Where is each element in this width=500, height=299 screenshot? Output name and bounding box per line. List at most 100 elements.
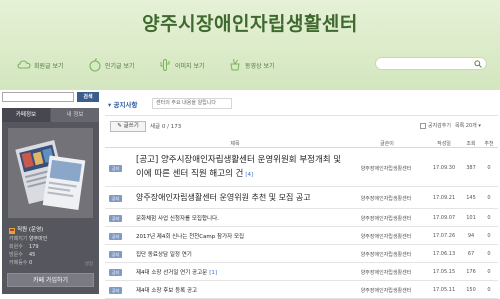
table-row[interactable]: 공지 집단 동료상담 일정 연기 양주장애인자립생활센터 17.06.13 67 0 <box>105 245 498 263</box>
nav-popular-posts[interactable]: 인기글 보기 <box>88 57 135 73</box>
hide-notices-toggle[interactable]: 공지감추기 <box>420 122 451 129</box>
table-row[interactable]: 공지 문화체험 사업 신청자를 모집합니다. 양주장애인자립생활센터 17.09.07… <box>105 209 498 227</box>
stat-value: 179 <box>29 244 39 250</box>
post-title-text: 제4대 소장 선거일 연기 공고문 <box>136 270 208 276</box>
cloud-icon <box>17 60 31 69</box>
post-title-link[interactable]: 제4대 소장 후보 등록 공고 <box>136 286 197 294</box>
stat-row-rank: 카페등수 0 <box>9 259 95 267</box>
notice-badge: 공지 <box>109 268 122 276</box>
table-header: 제목 글쓴이 작성일 조회 추천 <box>105 138 498 148</box>
post-likes: 0 <box>487 251 491 257</box>
stat-label: 카페지기 <box>9 236 28 242</box>
pot-icon <box>230 58 240 71</box>
nav-label-popular-posts: 인기글 보기 <box>105 62 135 70</box>
tab-cafe-info[interactable]: 카페정보 <box>2 108 50 122</box>
notice-badge: 공지 <box>109 164 122 172</box>
post-list: 공지 [공고] 양주시장애인자립생활센터 운영위원회 부정개최 및 이에 따른 센… <box>105 149 498 299</box>
stat-label: 방문수 <box>9 252 23 258</box>
post-date: 17.07.26 <box>432 233 456 239</box>
post-likes: 0 <box>487 195 491 201</box>
member-grade-label: 직원 (운영) <box>17 227 44 233</box>
post-author[interactable]: 양주장애인자립생활센터 <box>355 165 417 172</box>
post-title-text: 문화체험 사업 신청자를 모집합니다. <box>136 216 219 222</box>
write-post-label: 글쓰기 <box>123 123 139 129</box>
stat-label: 카페등수 <box>9 260 28 266</box>
post-likes: 0 <box>487 215 491 221</box>
header-title: 제목 <box>230 141 240 147</box>
post-date: 17.05.11 <box>432 287 456 293</box>
per-page-label: 목록 20개 <box>455 123 477 129</box>
post-title-text: 집단 동료상담 일정 연기 <box>136 252 192 258</box>
cafe-banner: 양주시장애인자립생활센터 회원글 보기 인기글 보기 이미지 보기 동영상 보기 <box>0 0 500 90</box>
post-likes: 0 <box>487 165 491 171</box>
cafe-info-panel: 카페정보 내 정보 직원 (운영) 카페지기 양주마인 회원수 179 방문수 … <box>2 108 99 294</box>
cactus-icon <box>160 59 170 71</box>
nav-images[interactable]: 이미지 보기 <box>158 57 205 73</box>
post-author[interactable]: 양주장애인자립생활센터 <box>355 251 417 258</box>
post-title-link[interactable]: 집단 동료상담 일정 연기 <box>136 250 192 258</box>
cafe-photo <box>8 128 93 218</box>
post-date: 17.05.15 <box>432 269 456 275</box>
header-views: 조회 <box>466 141 476 147</box>
apple-icon <box>89 58 101 72</box>
post-title-link[interactable]: 문화체험 사업 신청자를 모집합니다. <box>136 214 219 222</box>
join-cafe-button[interactable]: 카페 가입하기 <box>7 273 94 287</box>
post-views: 387 <box>466 165 476 171</box>
post-likes: 0 <box>487 233 491 239</box>
post-author[interactable]: 양주장애인자립생활센터 <box>355 233 417 240</box>
nav-videos[interactable]: 동영상 보기 <box>228 57 275 73</box>
post-author[interactable]: 양주장애인자립생활센터 <box>355 287 417 294</box>
post-title-link[interactable]: 양주장애인자립생활센터 운영위원 추천 및 모집 공고 <box>136 192 311 203</box>
header-date: 작성일 <box>437 141 451 147</box>
tab-my-info[interactable]: 내 정보 <box>51 108 99 122</box>
sidebar-search-button[interactable]: 검색 <box>77 92 99 102</box>
header-author: 글쓴이 <box>380 141 394 147</box>
table-row[interactable]: 공지 제4대 소장 후보 등록 공고 양주장애인자립생활센터 17.05.11 150 0 <box>105 281 498 299</box>
notice-badge: 공지 <box>109 194 122 202</box>
hide-notices-label: 공지감추기 <box>428 123 452 129</box>
post-author[interactable]: 양주장애인자립생활센터 <box>355 195 417 202</box>
table-row[interactable]: 공지 [공고] 양주시장애인자립생활센터 운영위원회 부정개최 및 이에 따른 센… <box>105 149 498 187</box>
post-likes: 0 <box>487 269 491 275</box>
post-date: 17.09.30 <box>432 165 456 171</box>
post-author[interactable]: 양주장애인자립생활센터 <box>355 269 417 276</box>
cafe-photo-art <box>8 128 93 218</box>
notice-badge: 공지 <box>109 286 122 294</box>
settings-link[interactable]: 설정 <box>85 261 93 267</box>
stat-row-visits: 방문수 45 <box>9 251 95 259</box>
comment-count[interactable]: [1] <box>209 270 217 276</box>
post-title-text: 양주장애인자립생활센터 운영위원 추천 및 모집 공고 <box>136 193 311 202</box>
banner-search-input[interactable] <box>375 57 487 70</box>
nav-label-images: 이미지 보기 <box>175 62 205 70</box>
post-title-link[interactable]: 제4대 소장 선거일 연기 공고문 [1] <box>136 268 217 276</box>
nav-member-posts[interactable]: 회원글 보기 <box>17 57 64 73</box>
post-date: 17.09.21 <box>432 195 456 201</box>
sidebar-search-input[interactable] <box>2 92 74 102</box>
post-title-text: [공고] 양주시장애인자립생활센터 운영위원회 부정개최 및 이에 따른 센터 … <box>136 155 342 179</box>
divider <box>105 115 498 116</box>
stat-row-members: 회원수 179 <box>9 243 95 251</box>
stat-value[interactable]: 양주마인 <box>29 235 47 243</box>
post-count: 새글 0 / 173 <box>150 124 182 130</box>
notice-badge: 공지 <box>109 232 122 240</box>
cafe-title[interactable]: 양주시장애인자립생활센터 <box>0 9 500 36</box>
post-title-text: 제4대 소장 후보 등록 공고 <box>136 288 198 294</box>
table-row[interactable]: 공지 2017년 제4회 신나는 천천Camp 참가자 모집 양주장애인자립생활센터… <box>105 227 498 245</box>
per-page-select[interactable]: 목록 20개 ▾ <box>455 122 481 129</box>
search-icon[interactable] <box>474 60 482 68</box>
post-likes: 0 <box>487 287 491 293</box>
comment-count[interactable]: [4] <box>245 172 253 178</box>
table-row[interactable]: 공지 양주장애인자립생활센터 운영위원 추천 및 모집 공고 양주장애인자립생활센터… <box>105 187 498 209</box>
post-title-link[interactable]: 2017년 제4회 신나는 천천Camp 참가자 모집 <box>136 232 244 240</box>
write-post-button[interactable]: ✎ 글쓰기 <box>110 121 146 132</box>
hide-notices-checkbox[interactable] <box>420 122 426 129</box>
post-views: 101 <box>466 215 476 221</box>
nav-label-member-posts: 회원글 보기 <box>34 62 64 70</box>
stat-value: 0 <box>29 260 33 266</box>
post-views: 94 <box>467 233 475 239</box>
post-author[interactable]: 양주장애인자립생활센터 <box>355 215 417 222</box>
post-title-link[interactable]: [공고] 양주시장애인자립생활센터 운영위원회 부정개최 및 이에 따른 센터 … <box>136 153 351 182</box>
table-row[interactable]: 공지 제4대 소장 선거일 연기 공고문 [1] 양주장애인자립생활센터 17.05.1… <box>105 263 498 281</box>
post-date: 17.06.13 <box>432 251 456 257</box>
post-views: 145 <box>466 195 476 201</box>
